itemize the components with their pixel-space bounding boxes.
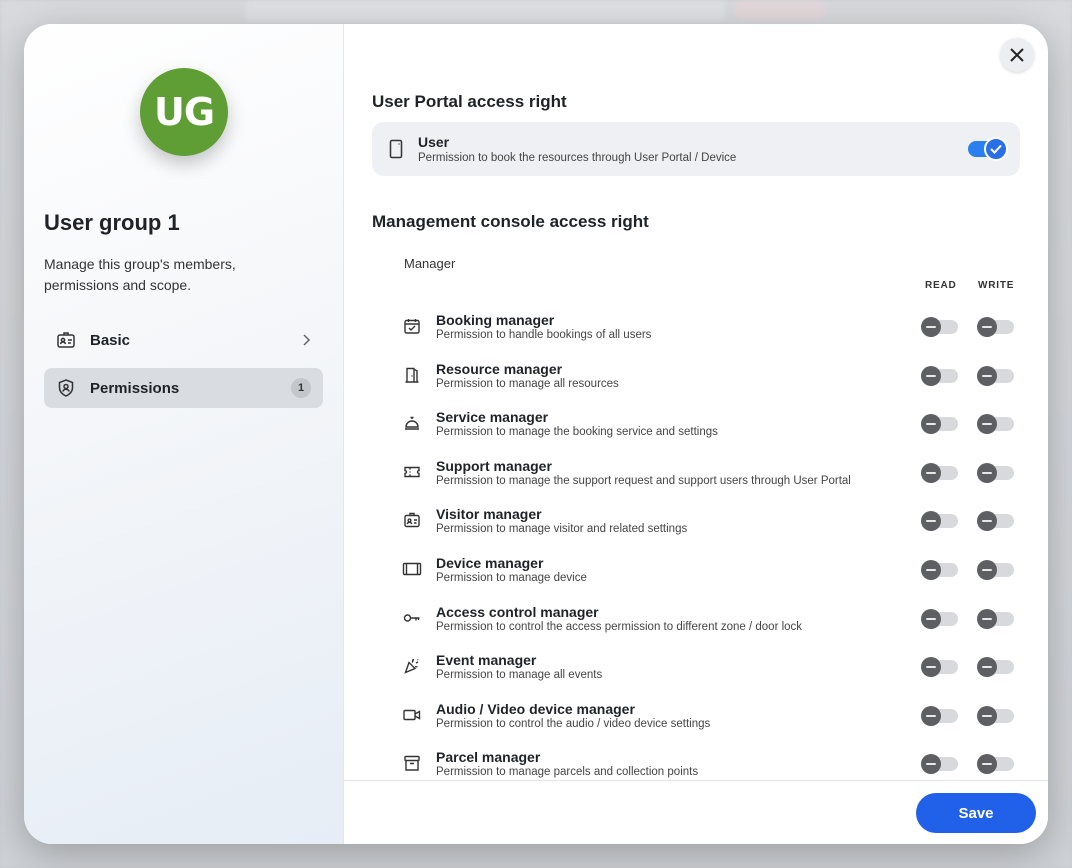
write-toggle[interactable] [977, 560, 1014, 580]
mobile-device-icon [386, 139, 406, 159]
visitor-badge-icon [400, 508, 424, 532]
read-column-header: READ [925, 280, 957, 291]
write-toggle[interactable] [977, 657, 1014, 677]
read-toggle[interactable] [921, 706, 958, 726]
minus-icon [921, 511, 941, 531]
minus-icon [977, 317, 997, 337]
permissions-scroll-area[interactable]: User Portal access right User Permission… [344, 24, 1048, 780]
shield-icon [56, 378, 76, 398]
read-toggle[interactable] [921, 560, 958, 580]
write-toggle[interactable] [977, 366, 1014, 386]
modal-content: User Portal access right User Permission… [344, 24, 1048, 844]
read-toggle[interactable] [921, 414, 958, 434]
read-toggle[interactable] [921, 511, 958, 531]
close-button[interactable] [1000, 38, 1034, 72]
read-toggle[interactable] [921, 463, 958, 483]
write-toggle[interactable] [977, 317, 1014, 337]
background-button [735, 0, 825, 20]
minus-icon [921, 609, 941, 629]
write-toggle[interactable] [977, 754, 1014, 774]
nav-item-permissions-label: Permissions [90, 379, 180, 397]
check-icon [984, 137, 1008, 161]
group-avatar: UG [140, 68, 228, 156]
minus-icon [921, 560, 941, 580]
write-toggle[interactable] [977, 609, 1014, 629]
video-camera-icon [400, 703, 424, 727]
nav-item-basic-label: Basic [90, 331, 131, 349]
manager-group-label: Manager [404, 256, 456, 271]
user-group-modal: UG User group 1 Manage this group's memb… [24, 24, 1048, 844]
write-toggle[interactable] [977, 463, 1014, 483]
portal-user-description: Permission to book the resources through… [418, 152, 737, 164]
ticket-icon [400, 460, 424, 484]
read-toggle[interactable] [921, 609, 958, 629]
service-bell-icon [400, 411, 424, 435]
save-button[interactable]: Save [916, 793, 1036, 833]
minus-icon [977, 463, 997, 483]
write-toggle[interactable] [977, 706, 1014, 726]
minus-icon [977, 706, 997, 726]
minus-icon [977, 511, 997, 531]
device-icon [400, 557, 424, 581]
read-toggle[interactable] [921, 657, 958, 677]
minus-icon [921, 317, 941, 337]
write-column-header: WRITE [978, 280, 1015, 291]
minus-icon [977, 609, 997, 629]
portal-section-title: User Portal access right [372, 92, 567, 111]
portal-user-toggle[interactable] [968, 137, 1008, 161]
modal-sidebar: UG User group 1 Manage this group's memb… [24, 24, 344, 844]
party-popper-icon [400, 654, 424, 678]
write-toggle[interactable] [977, 511, 1014, 531]
minus-icon [977, 560, 997, 580]
minus-icon [921, 754, 941, 774]
read-toggle[interactable] [921, 754, 958, 774]
minus-icon [977, 366, 997, 386]
calendar-check-icon [400, 314, 424, 338]
read-toggle[interactable] [921, 366, 958, 386]
console-section-title: Management console access right [372, 212, 649, 231]
archive-box-icon [400, 751, 424, 775]
portal-user-title: User [418, 134, 450, 150]
minus-icon [977, 657, 997, 677]
permissions-count-badge: 1 [291, 378, 311, 398]
write-toggle[interactable] [977, 414, 1014, 434]
minus-icon [921, 414, 941, 434]
portal-user-permission: User Permission to book the resources th… [372, 122, 1020, 176]
door-icon [400, 363, 424, 387]
modal-footer: Save [344, 780, 1048, 844]
background-search-bar [245, 0, 725, 22]
nav-item-basic[interactable]: Basic [44, 320, 323, 360]
close-icon [1010, 48, 1024, 62]
minus-icon [977, 414, 997, 434]
minus-icon [921, 706, 941, 726]
id-badge-icon [56, 330, 76, 350]
group-description: Manage this group's members, permissions… [44, 256, 236, 293]
nav-item-permissions[interactable]: Permissions 1 [44, 368, 323, 408]
read-toggle[interactable] [921, 317, 958, 337]
key-icon [400, 606, 424, 630]
chevron-right-icon [301, 334, 311, 346]
minus-icon [921, 463, 941, 483]
group-title: User group 1 [44, 210, 180, 235]
minus-icon [921, 366, 941, 386]
minus-icon [921, 657, 941, 677]
minus-icon [977, 754, 997, 774]
